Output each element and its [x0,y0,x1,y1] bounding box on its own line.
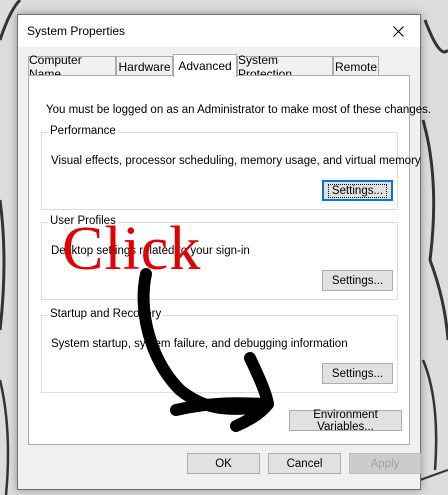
startup-recovery-group: Startup and Recovery System startup, sys… [41,308,398,393]
title-bar[interactable]: System Properties [18,15,420,47]
startup-recovery-description: System startup, system failure, and debu… [51,338,348,350]
button-label: Settings... [331,274,384,287]
close-icon [392,25,404,37]
performance-title: Performance [48,125,118,137]
performance-description: Visual effects, processor scheduling, me… [51,155,421,167]
button-label: Settings... [331,367,384,380]
cancel-button[interactable]: Cancel [268,453,341,474]
performance-settings-button[interactable]: Settings... [322,180,393,201]
ok-button[interactable]: OK [187,453,260,474]
close-button[interactable] [376,15,420,47]
click-annotation-text: Click [62,215,202,283]
performance-group: Performance Visual effects, processor sc… [41,125,421,210]
startup-recovery-title: Startup and Recovery [48,308,164,320]
startup-recovery-settings-button[interactable]: Settings... [322,363,393,384]
tab-hardware[interactable]: Hardware [116,56,173,76]
environment-variables-button[interactable]: Environment Variables... [289,408,402,433]
window-title: System Properties [27,24,126,38]
tab-label: Hardware [118,59,171,74]
user-profiles-settings-button[interactable]: Settings... [322,270,393,291]
tab-label: Remote [334,59,378,74]
button-label: OK [215,457,232,470]
button-label: Apply [370,457,400,470]
tab-label: Advanced [178,59,232,73]
tab-computer-name[interactable]: Computer Name [28,53,116,81]
apply-button[interactable]: Apply [349,453,421,474]
button-label: Settings... [327,183,388,198]
admin-note: You must be logged on as an Administrato… [46,104,432,116]
tab-advanced[interactable]: Advanced [173,54,237,77]
tab-system-protection[interactable]: System Protection [237,53,333,81]
button-label: Environment Variables... [313,408,378,433]
tab-remote[interactable]: Remote [333,56,379,76]
button-label: Cancel [286,457,323,470]
